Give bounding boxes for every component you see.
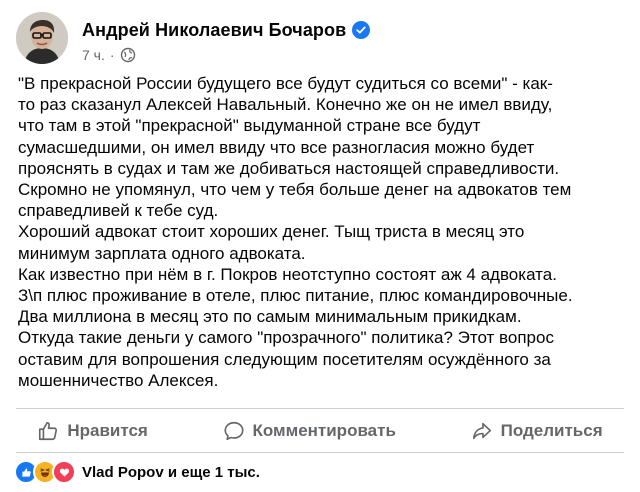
like-button[interactable]: Нравится [23, 414, 162, 448]
post-line: Откуда такие деньги у самого "прозрачног… [18, 328, 554, 348]
love-icon [52, 460, 76, 484]
post-line: Хороший адвокат стоит хороших денег. Тыщ… [18, 222, 525, 242]
post-line: Скромно не упомянул, что чем у тебя боль… [18, 180, 572, 200]
share-button[interactable]: Поделиться [457, 414, 617, 448]
post-header: Андрей Николаевич Бочаров 7 ч. · [16, 12, 624, 68]
reaction-icons [14, 460, 76, 484]
post-body: "В прекрасной России будущего все будут … [18, 73, 624, 391]
post-line: З\п плюс проживание в отеле, плюс питани… [18, 286, 573, 306]
comment-label: Комментировать [252, 421, 396, 440]
avatar-image [16, 12, 68, 64]
post-line: "В прекрасной России будущего все будут … [18, 74, 553, 93]
globe-icon[interactable] [120, 47, 136, 63]
author-name-row: Андрей Николаевич Бочаров [82, 18, 371, 42]
post-line: что там в этой "прекрасной" выдуманной с… [18, 116, 481, 136]
reactions-summary[interactable]: Vlad Popov и еще 1 тыс. [14, 458, 260, 486]
meta-separator: · [109, 47, 115, 63]
post-line: Как известно при нём в г. Покров неотсту… [18, 264, 557, 284]
verified-badge-icon [352, 21, 371, 39]
actions-divider-bottom [16, 452, 624, 453]
post-actions: Нравится Комментировать Поделиться [0, 412, 640, 450]
post-line: сумасшедшими, он имел ввиду что все разн… [18, 137, 535, 157]
post-line: оставим для вопрошения следующим посетит… [18, 349, 551, 369]
reactions-text[interactable]: Vlad Popov и еще 1 тыс. [82, 464, 260, 481]
post-line: мошенничество Алексея. [18, 370, 219, 390]
actions-divider-top [16, 408, 624, 409]
share-icon [471, 420, 493, 442]
author-name[interactable]: Андрей Николаевич Бочаров [82, 20, 346, 41]
like-label: Нравится [67, 421, 148, 440]
post-line: справедливей к тебе суд. [18, 201, 219, 221]
comment-button[interactable]: Комментировать [209, 414, 410, 448]
post-meta: 7 ч. · [82, 46, 136, 64]
post-line: минимум зарплата одного адвоката. [18, 243, 306, 263]
post-timestamp[interactable]: 7 ч. [82, 47, 105, 63]
post-line: то раз сказанул Алексей Навальный. Конеч… [18, 95, 553, 115]
post-card: Андрей Николаевич Бочаров 7 ч. · "В прек… [0, 0, 640, 492]
post-line: Два миллиона в месяц это по самым минима… [18, 307, 522, 327]
author-avatar[interactable] [16, 12, 68, 64]
share-label: Поделиться [500, 421, 603, 440]
thumbs-up-icon [37, 420, 59, 442]
comment-icon [223, 420, 245, 442]
post-line: прояснять в судах и там же добиваться на… [18, 158, 560, 178]
